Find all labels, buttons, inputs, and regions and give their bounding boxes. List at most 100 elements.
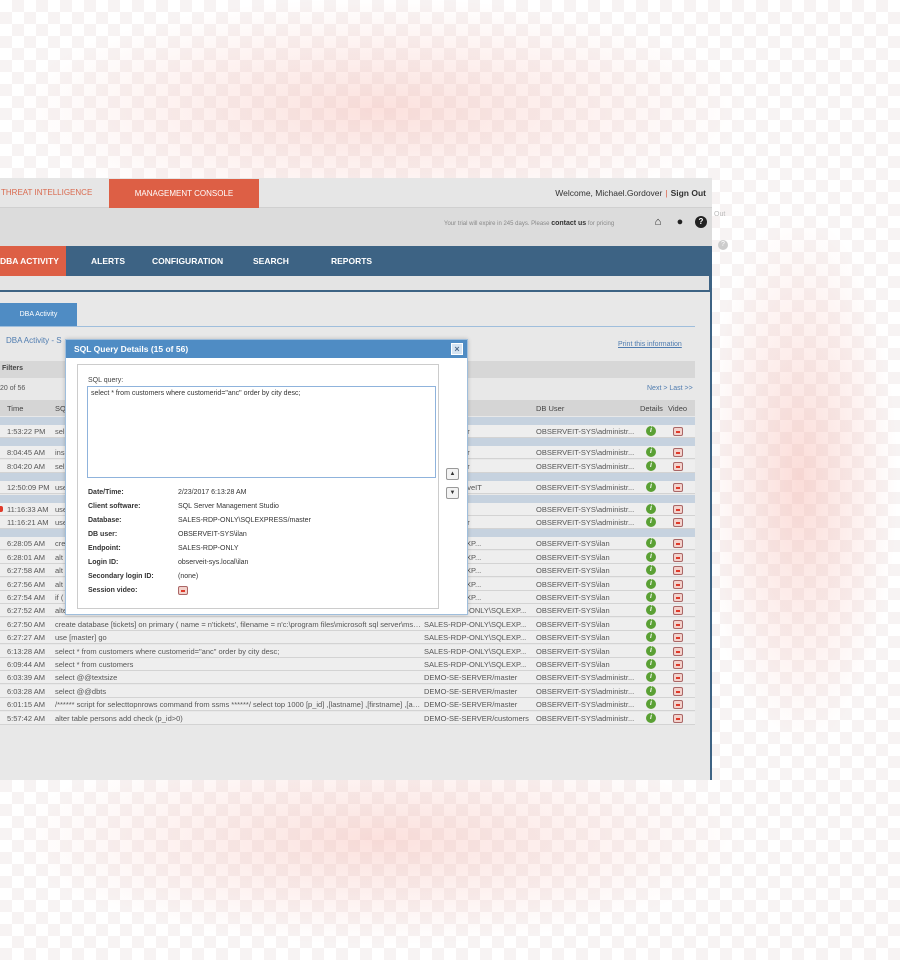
table-row[interactable]: 6:09:44 AM select * from customers SALES-R… <box>0 658 695 671</box>
cell-db-user: OBSERVEIT-SYS\administr... <box>536 673 635 683</box>
details-info-icon[interactable]: i <box>646 699 656 710</box>
video-icon[interactable] <box>673 504 683 514</box>
tab-threat-intelligence[interactable]: THREAT INTELLIGENCE <box>1 188 92 197</box>
col-time[interactable]: Time <box>7 404 53 413</box>
nav-search[interactable]: SEARCH <box>253 246 289 276</box>
nav-configuration[interactable]: CONFIGURATION <box>152 246 223 276</box>
nav-dba-activity[interactable]: DBA ACTIVITY <box>0 246 66 276</box>
details-info-icon[interactable]: i <box>646 592 656 602</box>
ghost-sign-out: Out <box>714 211 726 218</box>
video-icon[interactable] <box>673 448 683 458</box>
video-icon[interactable] <box>673 646 683 656</box>
details-info-icon[interactable]: i <box>646 517 656 527</box>
details-info-icon[interactable]: i <box>646 618 656 629</box>
video-icon[interactable] <box>673 539 683 549</box>
help-icon[interactable]: ? <box>695 216 707 228</box>
details-info-icon[interactable]: i <box>646 426 656 436</box>
cell-time: 8:04:45 AM <box>7 448 45 458</box>
cell-db-user: OBSERVEIT-SYS\ilan <box>536 539 610 549</box>
field-label: Date/Time: <box>88 489 124 496</box>
tab-management-console[interactable]: MANAGEMENT CONSOLE <box>109 179 259 208</box>
details-info-icon[interactable]: i <box>646 578 656 589</box>
details-info-icon[interactable]: i <box>646 538 656 549</box>
cell-db-user: OBSERVEIT-SYS\administr... <box>536 483 635 493</box>
welcome-area: Welcome, Michael.Gordover | Sign Out <box>555 188 706 198</box>
details-info-icon[interactable]: i <box>646 482 656 493</box>
table-row[interactable]: 6:03:39 AM select @@textsize DEMO-SE-SERVE… <box>0 671 695 685</box>
details-info-icon[interactable]: i <box>646 632 656 643</box>
cell-time: 6:27:50 AM <box>7 619 45 629</box>
video-icon[interactable] <box>673 660 683 669</box>
table-row[interactable]: 6:27:27 AM use [master] go SALES-RDP-ONLY\… <box>0 631 695 645</box>
ghost-help-icon: ? <box>718 240 728 250</box>
details-info-icon[interactable]: i <box>646 605 656 616</box>
cell-time: 6:27:54 AM <box>7 593 45 602</box>
trial-suffix: for pricing <box>587 221 615 227</box>
breadcrumb[interactable]: DBA Activity - S <box>6 336 62 345</box>
table-row[interactable]: 6:13:28 AM select * from customers where … <box>0 644 695 658</box>
close-icon[interactable]: × <box>451 343 463 355</box>
field-label: Session video: <box>88 587 138 594</box>
video-icon[interactable] <box>673 461 683 471</box>
nav-alerts[interactable]: ALERTS <box>91 246 125 276</box>
details-info-icon[interactable]: i <box>646 645 656 656</box>
sign-out-link[interactable]: Sign Out <box>671 188 706 198</box>
video-icon[interactable] <box>673 593 683 602</box>
sql-query-details-dialog: SQL Query Details (15 of 56) × SQL query:… <box>65 339 468 615</box>
table-row[interactable]: 6:27:50 AM create database [tickets] on p… <box>0 617 695 631</box>
video-icon[interactable] <box>673 606 683 616</box>
video-icon[interactable] <box>673 700 683 710</box>
cell-db-user: OBSERVEIT-SYS\ilan <box>536 660 610 669</box>
dialog-title-bar[interactable]: SQL Query Details (15 of 56) × <box>66 340 467 358</box>
video-icon[interactable] <box>673 579 683 589</box>
video-icon[interactable] <box>673 686 683 696</box>
cell-db-user: OBSERVEIT-SYS\ilan <box>536 606 610 616</box>
trial-text: Your trial will expire in 245 days. Plea… <box>444 221 550 227</box>
video-icon[interactable] <box>673 713 683 723</box>
session-video-icon[interactable] <box>178 586 188 595</box>
sub-bar <box>0 208 712 246</box>
tab-dba-activity[interactable]: DBA Activity <box>0 303 77 326</box>
cell-db-user: OBSERVEIT-SYS\ilan <box>536 566 610 576</box>
video-icon[interactable] <box>673 566 683 576</box>
previous-arrow-icon[interactable]: ▲ <box>446 468 459 480</box>
table-row[interactable]: 6:01:15 AM /****** script for selecttopnr… <box>0 698 695 712</box>
cell-database: DEMO-SE-SERVER/master <box>424 700 518 710</box>
video-icon[interactable] <box>673 673 683 683</box>
field-value: OBSERVEIT-SYS\ilan <box>178 531 247 538</box>
video-icon[interactable] <box>673 483 683 493</box>
home-icon[interactable]: ⌂ <box>652 216 664 228</box>
video-icon[interactable] <box>673 552 683 562</box>
details-info-icon[interactable]: i <box>646 503 656 514</box>
video-icon[interactable] <box>673 633 683 643</box>
details-info-icon[interactable]: i <box>646 460 656 471</box>
nav-reports[interactable]: REPORTS <box>331 246 372 276</box>
video-icon[interactable] <box>673 518 683 527</box>
field-label: Database: <box>88 517 122 524</box>
cell-time: 6:28:01 AM <box>7 552 45 562</box>
table-row[interactable]: 6:03:28 AM select @@dbts DEMO-SE-SERVER/ma… <box>0 684 695 698</box>
cell-db-user: OBSERVEIT-SYS\administr... <box>536 700 635 710</box>
details-info-icon[interactable]: i <box>646 551 656 562</box>
details-info-icon[interactable]: i <box>646 659 656 669</box>
video-icon[interactable] <box>673 427 683 436</box>
details-info-icon[interactable]: i <box>646 565 656 576</box>
print-link[interactable]: Print this information <box>618 341 682 348</box>
field-label: Client software: <box>88 503 141 510</box>
cell-sql: select @@textsize <box>55 673 118 683</box>
sql-query-textarea[interactable]: select * from customers where customerid… <box>87 386 436 478</box>
field-value: SALES-RDP-ONLY\SQLEXPRESS/master <box>178 517 311 524</box>
col-db-user[interactable]: DB User <box>536 404 636 413</box>
pin-icon[interactable]: ● <box>674 216 686 228</box>
cell-db-user: OBSERVEIT-SYS\ilan <box>536 552 610 562</box>
next-arrow-icon[interactable]: ▼ <box>446 487 459 499</box>
details-info-icon[interactable]: i <box>646 672 656 683</box>
video-icon[interactable] <box>673 619 683 629</box>
details-info-icon[interactable]: i <box>646 685 656 696</box>
details-info-icon[interactable]: i <box>646 712 656 723</box>
table-row[interactable]: 5:57:42 AM alter table persons add check … <box>0 711 695 725</box>
contact-us-link[interactable]: contact us <box>551 220 586 227</box>
cell-database: DEMO-SE-SERVER/master <box>424 686 518 696</box>
pagination[interactable]: Next > Last >> <box>647 385 693 392</box>
details-info-icon[interactable]: i <box>646 447 656 458</box>
